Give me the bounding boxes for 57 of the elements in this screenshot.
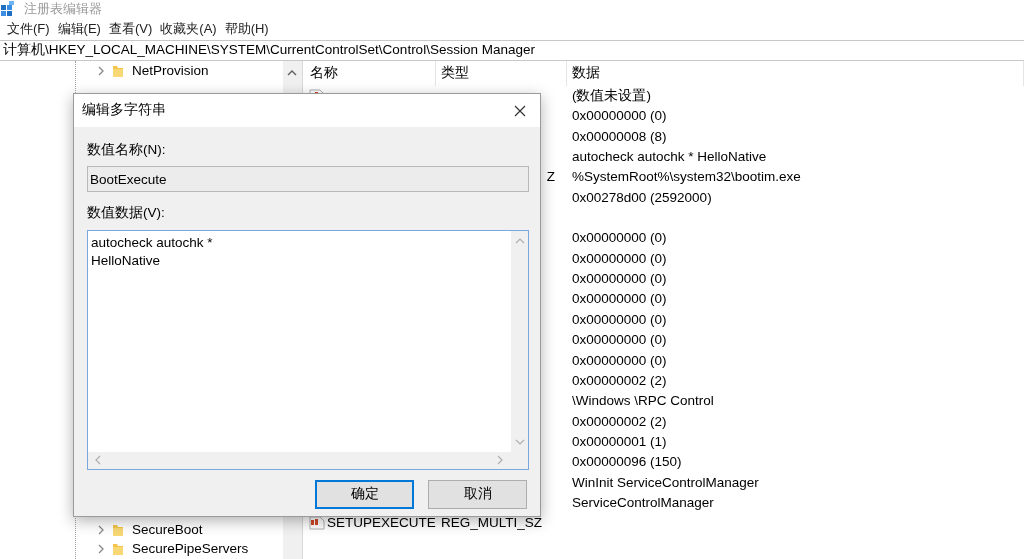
value-type: REG_MULTI_SZ xyxy=(441,514,543,533)
menu-item[interactable]: 文件(F) xyxy=(4,19,53,39)
menu-item[interactable]: 查看(V) xyxy=(105,19,156,39)
column-header[interactable]: 数据 xyxy=(567,61,1024,86)
tree-item[interactable]: NetProvision xyxy=(132,60,209,81)
value-data: 0x00000000 (0) xyxy=(572,250,667,266)
value-name: SETUPEXECUTE xyxy=(327,514,436,533)
value-data: 0x00000008 (8) xyxy=(572,128,667,144)
value-data: WinInit ServiceControlManager xyxy=(572,474,759,490)
column-header[interactable]: 名称 xyxy=(303,61,436,86)
menu-item[interactable]: 编辑(E) xyxy=(54,19,104,39)
scroll-left-icon xyxy=(94,455,102,465)
address-bar[interactable]: 计算机\HKEY_LOCAL_MACHINE\SYSTEM\CurrentControlSet\Control\Session Manager xyxy=(0,40,1024,61)
menu-item[interactable]: 帮助(H) xyxy=(221,19,272,39)
value-type: Z xyxy=(546,168,555,187)
folder-icon xyxy=(112,522,124,537)
value-data-field[interactable]: autocheck autochk * HelloNative xyxy=(87,229,529,470)
dialog-button[interactable]: 确定 xyxy=(315,479,414,509)
dialog-title: 编辑多字符串 xyxy=(82,101,166,120)
value-data: autocheck autochk * HelloNative xyxy=(572,149,767,165)
value-data: 0x00000000 (0) xyxy=(572,332,667,348)
value-data: 0x00000000 (0) xyxy=(572,352,667,368)
tree-item[interactable]: SecurePipeServers xyxy=(132,539,249,559)
scroll-down-icon xyxy=(514,437,525,446)
dialog-button[interactable]: 取消 xyxy=(428,479,527,509)
value-data: 0x00000002 (2) xyxy=(572,413,667,429)
app-icon xyxy=(0,1,16,17)
scroll-right-icon xyxy=(496,455,504,465)
value-data: 0x00000001 (1) xyxy=(572,433,667,449)
scrollbar[interactable] xyxy=(88,451,528,469)
window-title: 注册表编辑器 xyxy=(24,0,102,19)
value-data: 0x00000000 (0) xyxy=(572,291,667,307)
value-data: 0x00000000 (0) xyxy=(572,311,667,327)
scroll-up-icon xyxy=(286,68,297,78)
folder-icon xyxy=(112,63,124,78)
close-icon xyxy=(514,104,526,117)
value-data: (数值未设置) xyxy=(572,88,651,104)
column-header[interactable]: 类型 xyxy=(436,61,567,86)
value-data: %SystemRoot%\system32\bootim.exe xyxy=(572,169,801,185)
field-label: 数值数据(V): xyxy=(87,204,165,223)
scroll-up-icon xyxy=(514,236,525,245)
folder-icon xyxy=(112,542,124,557)
value-data: 0x00000000 (0) xyxy=(572,108,667,124)
value-data-text: autocheck autochk * HelloNative xyxy=(91,233,213,270)
scrollbar[interactable] xyxy=(511,230,528,452)
value-data: 0x00000000 (0) xyxy=(572,230,667,246)
value-name-field[interactable]: BootExecute xyxy=(87,166,529,193)
value-data: 0x00000000 (0) xyxy=(572,271,667,287)
value-data: 0x00000002 (2) xyxy=(572,372,667,388)
value-data: \Windows \RPC Control xyxy=(572,393,714,409)
field-label: 数值名称(N): xyxy=(87,141,166,159)
menu-item[interactable]: 收藏夹(A) xyxy=(157,19,220,39)
tree-item[interactable]: SecureBoot xyxy=(132,519,203,540)
value-data: 0x00000096 (150) xyxy=(572,454,682,470)
value-data: ServiceControlManager xyxy=(572,494,714,510)
value-data: 0x00278d00 (2592000) xyxy=(572,189,712,205)
string-value-icon xyxy=(309,515,325,532)
